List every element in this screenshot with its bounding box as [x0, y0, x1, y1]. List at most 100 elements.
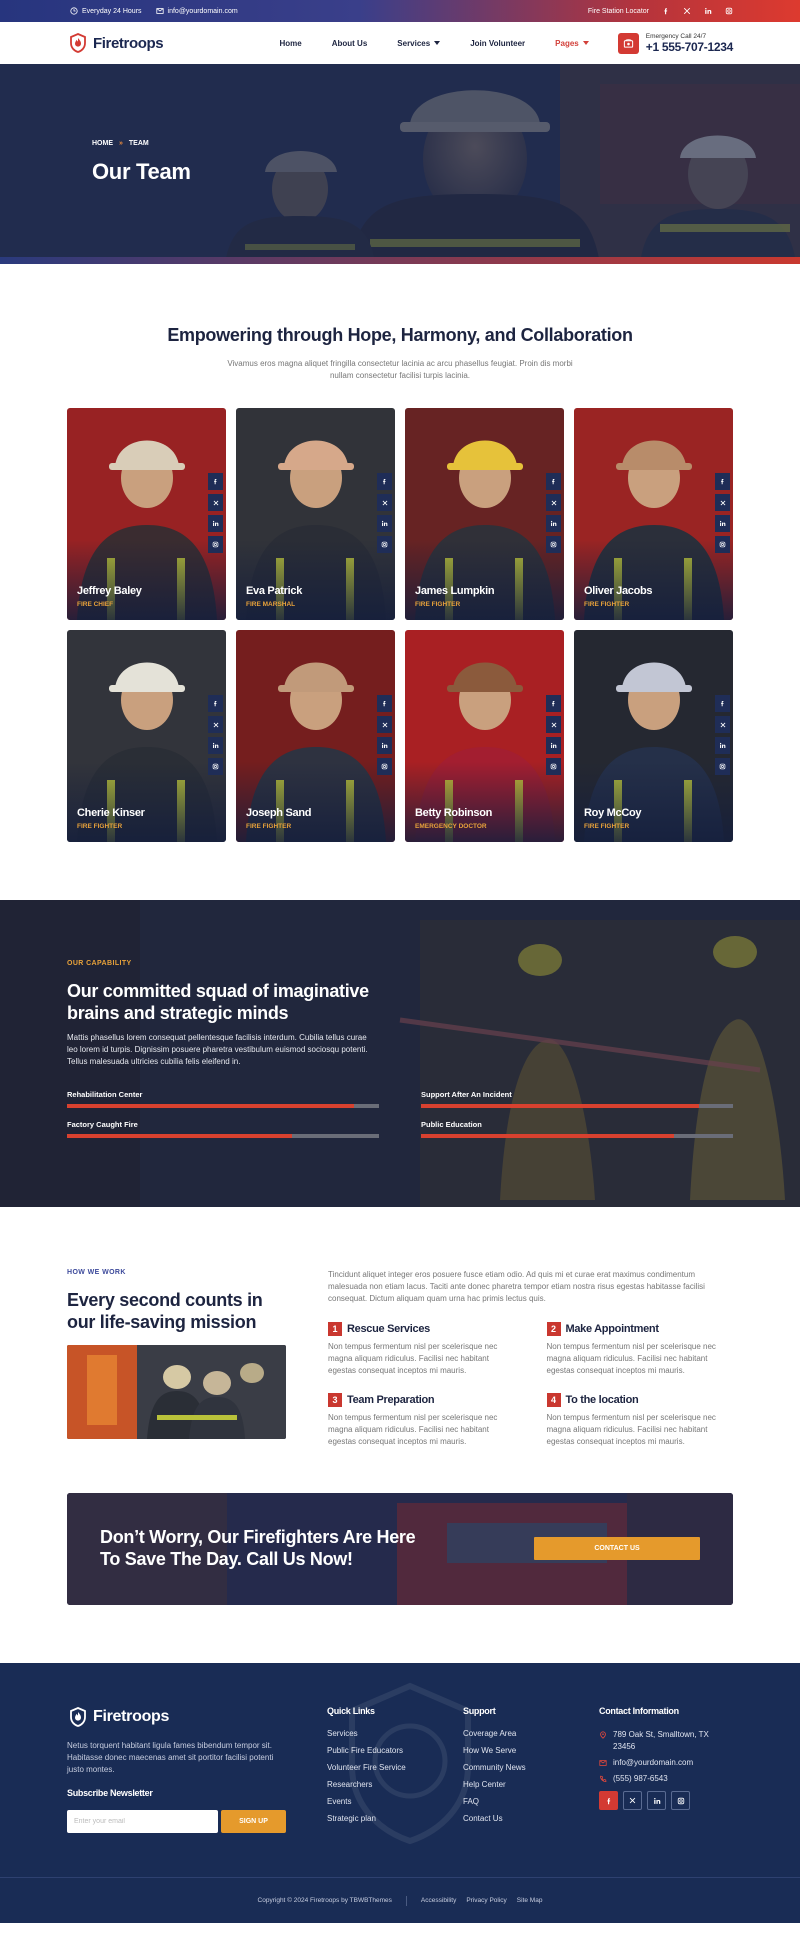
instagram-icon[interactable]: [377, 536, 392, 553]
email-info[interactable]: info@yourdomain.com: [155, 7, 238, 15]
team-member-name[interactable]: Jeffrey Baley: [77, 585, 142, 597]
team-member-card[interactable]: Eva Patrick Fire Marshal: [236, 408, 395, 620]
x-icon[interactable]: [546, 716, 561, 733]
x-icon[interactable]: [377, 716, 392, 733]
support-link-item[interactable]: How We Serve: [463, 1746, 599, 1755]
instagram-icon[interactable]: [725, 7, 733, 15]
instagram-icon[interactable]: [377, 758, 392, 775]
team-member-name[interactable]: Eva Patrick: [246, 585, 302, 597]
x-icon[interactable]: [715, 716, 730, 733]
linkedin-icon[interactable]: [647, 1791, 666, 1810]
card-shade: [574, 762, 733, 842]
linkedin-icon[interactable]: [546, 737, 561, 754]
contact-us-button[interactable]: CONTACT US: [534, 1537, 700, 1560]
breadcrumb-home[interactable]: HOME: [92, 140, 113, 147]
instagram-icon[interactable]: [546, 536, 561, 553]
phone-icon: [617, 32, 639, 54]
facebook-icon[interactable]: [377, 695, 392, 712]
progress-bar-item: Support After An Incident: [421, 1090, 733, 1108]
linkedin-icon[interactable]: [715, 737, 730, 754]
team-member-card[interactable]: Joseph Sand Fire Fighter: [236, 630, 395, 842]
team-member-name[interactable]: Roy McCoy: [584, 807, 642, 819]
site-map-link[interactable]: Site Map: [517, 1897, 543, 1904]
team-member-card[interactable]: Roy McCoy Fire Fighter: [574, 630, 733, 842]
x-icon[interactable]: [715, 494, 730, 511]
facebook-icon[interactable]: [715, 473, 730, 490]
emergency-call[interactable]: Emergency Call 24/7 +1 555-707-1234: [617, 32, 733, 54]
instagram-icon[interactable]: [208, 536, 223, 553]
footer-social: [599, 1791, 733, 1810]
x-icon[interactable]: [546, 494, 561, 511]
x-icon[interactable]: [208, 494, 223, 511]
facebook-icon[interactable]: [546, 473, 561, 490]
instagram-icon[interactable]: [715, 536, 730, 553]
nav-pages[interactable]: Pages: [540, 39, 604, 48]
support-link-item[interactable]: FAQ: [463, 1797, 599, 1806]
step-text: Non tempus fermentum nisl per scelerisqu…: [546, 1413, 716, 1446]
copyright-text: Copyright © 2024 Firetroops by TBWBTheme…: [257, 1897, 392, 1904]
facebook-icon[interactable]: [662, 7, 670, 15]
team-member-card[interactable]: Betty Robinson Emergency Doctor: [405, 630, 564, 842]
facebook-icon[interactable]: [599, 1791, 618, 1810]
support-link-item[interactable]: Coverage Area: [463, 1729, 599, 1738]
fire-station-locator-link[interactable]: Fire Station Locator: [588, 8, 649, 15]
progress-bar-label: Rehabilitation Center: [67, 1090, 143, 1099]
contact-email[interactable]: info@yourdomain.com: [599, 1757, 733, 1769]
instagram-icon[interactable]: [546, 758, 561, 775]
quick-link-item[interactable]: Events: [327, 1797, 463, 1806]
linkedin-icon[interactable]: [208, 515, 223, 532]
team-member-card[interactable]: James Lumpkin Fire Fighter: [405, 408, 564, 620]
x-icon[interactable]: [683, 7, 691, 15]
x-icon[interactable]: [208, 716, 223, 733]
cta-heading: Don’t Worry, Our Firefighters Are Here T…: [100, 1527, 416, 1569]
nav-home[interactable]: Home: [264, 39, 316, 48]
linkedin-icon[interactable]: [377, 737, 392, 754]
quick-link-item[interactable]: Researchers: [327, 1780, 463, 1789]
team-member-name[interactable]: Betty Robinson: [415, 807, 492, 819]
privacy-policy-link[interactable]: Privacy Policy: [466, 1897, 506, 1904]
support-link-item[interactable]: Contact Us: [463, 1814, 599, 1823]
nav-join-volunteer[interactable]: Join Volunteer: [455, 39, 540, 48]
team-member-name[interactable]: Joseph Sand: [246, 807, 311, 819]
quick-link-item[interactable]: Strategic plan: [327, 1814, 463, 1823]
instagram-icon[interactable]: [671, 1791, 690, 1810]
team-member-role: Fire Marshal: [246, 601, 296, 608]
step-number: 3: [328, 1393, 342, 1407]
work-step: 2 Make Appointment Non tempus fermentum ni…: [546, 1322, 734, 1377]
nav-pages-label: Pages: [555, 38, 579, 48]
team-member-name[interactable]: Cherie Kinser: [77, 807, 145, 819]
linkedin-icon[interactable]: [208, 737, 223, 754]
facebook-icon[interactable]: [377, 473, 392, 490]
facebook-icon[interactable]: [546, 695, 561, 712]
facebook-icon[interactable]: [715, 695, 730, 712]
quick-link-item[interactable]: Public Fire Educators: [327, 1746, 463, 1755]
accessibility-link[interactable]: Accessibility: [421, 1897, 456, 1904]
linkedin-icon[interactable]: [704, 7, 712, 15]
sign-up-button[interactable]: SIGN UP: [221, 1810, 286, 1833]
support-link-item[interactable]: Community News: [463, 1763, 599, 1772]
x-icon[interactable]: [377, 494, 392, 511]
quick-link-item[interactable]: Services: [327, 1729, 463, 1738]
instagram-icon[interactable]: [715, 758, 730, 775]
quick-link-item[interactable]: Volunteer Fire Service: [327, 1763, 463, 1772]
team-member-card[interactable]: Oliver Jacobs Fire Fighter: [574, 408, 733, 620]
contact-phone[interactable]: (555) 987-6543: [599, 1773, 733, 1785]
team-member-role: Fire Fighter: [77, 823, 123, 830]
nav-services[interactable]: Services: [382, 39, 455, 48]
team-member-card[interactable]: Jeffrey Baley Fire Chief: [67, 408, 226, 620]
team-member-card[interactable]: Cherie Kinser Fire Fighter: [67, 630, 226, 842]
facebook-icon[interactable]: [208, 695, 223, 712]
x-icon[interactable]: [623, 1791, 642, 1810]
support-link-item[interactable]: Help Center: [463, 1780, 599, 1789]
linkedin-icon[interactable]: [715, 515, 730, 532]
instagram-icon[interactable]: [208, 758, 223, 775]
newsletter-email-input[interactable]: [67, 1810, 218, 1833]
site-logo[interactable]: Firetroops: [67, 32, 164, 54]
team-member-name[interactable]: James Lumpkin: [415, 585, 495, 597]
nav-about-us[interactable]: About Us: [317, 39, 383, 48]
facebook-icon[interactable]: [208, 473, 223, 490]
linkedin-icon[interactable]: [377, 515, 392, 532]
team-member-name[interactable]: Oliver Jacobs: [584, 585, 653, 597]
footer-logo[interactable]: Firetroops: [67, 1706, 327, 1728]
linkedin-icon[interactable]: [546, 515, 561, 532]
